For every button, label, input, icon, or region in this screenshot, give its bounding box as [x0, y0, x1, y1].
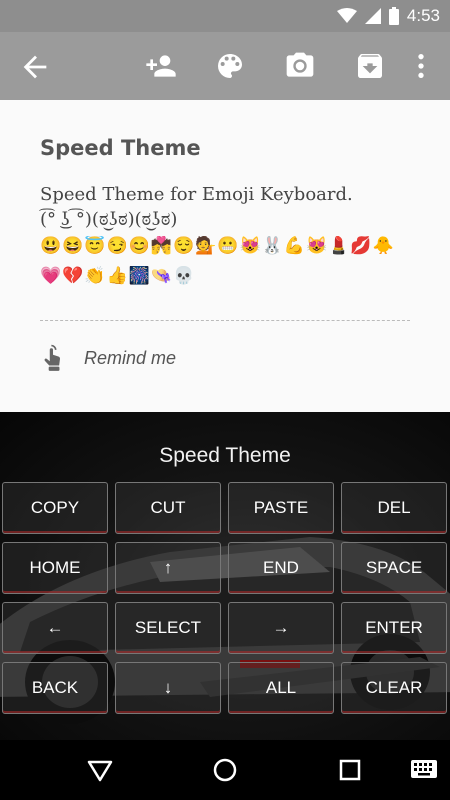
nav-recents-icon[interactable]	[336, 756, 364, 784]
add-person-icon[interactable]	[145, 50, 177, 82]
signal-icon	[364, 8, 381, 24]
remind-me-row[interactable]: Remind me	[40, 340, 176, 376]
keyboard: Speed Theme COPY CUT PASTE DEL HOME ↑ EN…	[0, 412, 450, 740]
battery-icon	[388, 7, 399, 25]
status-icons: 4:53	[336, 0, 440, 32]
key-paste[interactable]: PASTE	[228, 482, 334, 534]
palette-icon[interactable]	[214, 50, 246, 82]
status-time: 4:53	[406, 6, 440, 25]
more-vert-icon[interactable]	[405, 50, 437, 82]
key-cut[interactable]: CUT	[115, 482, 221, 534]
nav-bar	[0, 740, 450, 800]
key-back[interactable]: BACK	[2, 662, 108, 714]
key-end[interactable]: END	[228, 542, 334, 594]
keyboard-title: Speed Theme	[159, 444, 291, 467]
divider	[40, 320, 410, 321]
back-arrow-icon[interactable]	[18, 50, 52, 84]
key-home[interactable]: HOME	[2, 542, 108, 594]
app-bar	[0, 32, 450, 100]
key-right[interactable]: →	[228, 602, 334, 654]
note-body-line: Speed Theme for Emoji Keyboard.	[40, 184, 353, 205]
touch-hand-icon	[44, 344, 61, 371]
camera-icon[interactable]	[284, 50, 316, 82]
key-all[interactable]: ALL	[228, 662, 334, 714]
key-del[interactable]: DEL	[341, 482, 447, 534]
key-down[interactable]: ↓	[115, 662, 221, 714]
emoji-row: 😃😆😇😏😊💏😌💁😬😻🐰💪😻💄💋🐥	[40, 236, 395, 255]
note-body-kaomoji: (͡° ͜ʖ ͡°)(ಠ͜ʖಠ)(ಠ͜ʖಠ)	[40, 209, 178, 230]
key-clear[interactable]: CLEAR	[341, 662, 447, 714]
nav-home-icon[interactable]	[211, 756, 239, 784]
note-body[interactable]: Speed Theme for Emoji Keyboard. (͡° ͜ʖ ͡…	[40, 182, 420, 232]
key-select[interactable]: SELECT	[115, 602, 221, 654]
key-enter[interactable]: ENTER	[341, 602, 447, 654]
keyboard-switch-icon[interactable]	[410, 758, 438, 782]
remind-me-label: Remind me	[84, 347, 177, 368]
nav-back-icon[interactable]	[86, 756, 114, 784]
wifi-icon	[336, 8, 357, 23]
key-copy[interactable]: COPY	[2, 482, 108, 534]
archive-icon[interactable]	[354, 50, 386, 82]
key-up[interactable]: ↑	[115, 542, 221, 594]
emoji-row: 💗💔👏👍🎆👒💀	[40, 266, 196, 285]
note-title[interactable]: Speed Theme	[40, 136, 201, 160]
status-bar: 4:53	[0, 0, 450, 32]
key-space[interactable]: SPACE	[341, 542, 447, 594]
key-left[interactable]: ←	[2, 602, 108, 654]
